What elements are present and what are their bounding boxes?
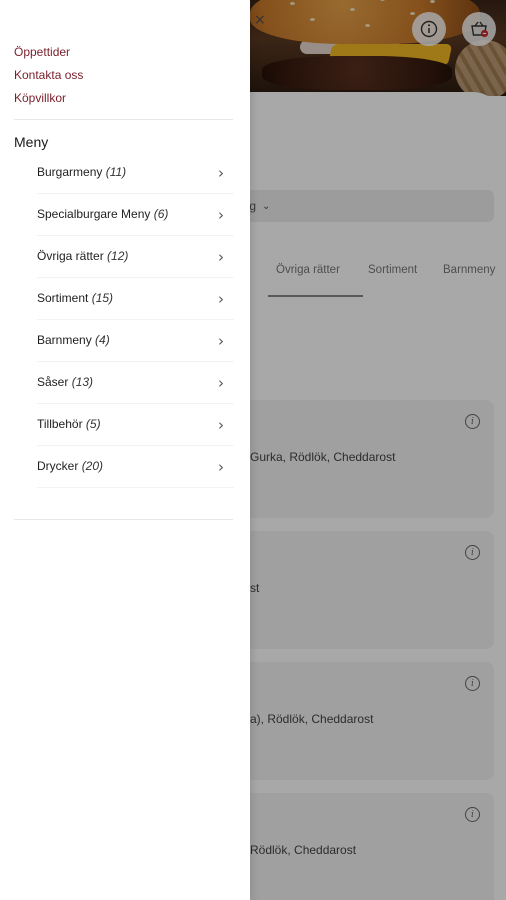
- menu-item-label: Övriga rätter: [37, 249, 104, 263]
- menu-item-tillbehor[interactable]: Tillbehör (5) ›: [0, 404, 250, 446]
- close-icon[interactable]: ×: [254, 12, 266, 28]
- divider: [14, 119, 233, 120]
- menu-item-count: (15): [91, 291, 114, 305]
- menu-item-saser[interactable]: Såser (13) ›: [0, 362, 250, 404]
- menu-item-label: Drycker: [37, 459, 79, 473]
- menu-item-sortiment[interactable]: Sortiment (15) ›: [0, 278, 250, 320]
- side-drawer: Öppettider Kontakta oss Köpvillkor Meny …: [0, 0, 250, 900]
- menu-item-specialburgare[interactable]: Specialburgare Meny (6) ›: [0, 194, 250, 236]
- menu-item-barnmeny[interactable]: Barnmeny (4) ›: [0, 320, 250, 362]
- menu-item-drycker[interactable]: Drycker (20) ›: [0, 446, 250, 488]
- menu-item-label: Specialburgare Meny: [37, 207, 151, 221]
- chevron-right-icon: ›: [218, 290, 224, 308]
- link-kontakta-oss[interactable]: Kontakta oss: [14, 67, 83, 90]
- chevron-right-icon: ›: [218, 458, 224, 476]
- chevron-right-icon: ›: [218, 248, 224, 266]
- menu-item-count: (20): [81, 459, 104, 473]
- link-oppettider[interactable]: Öppettider: [14, 44, 83, 67]
- menu-item-ovriga-ratter[interactable]: Övriga rätter (12) ›: [0, 236, 250, 278]
- menu-category-list: Burgarmeny (11) › Specialburgare Meny (6…: [0, 152, 250, 488]
- chevron-right-icon: ›: [218, 374, 224, 392]
- menu-item-label: Tillbehör: [37, 417, 83, 431]
- menu-item-label: Burgarmeny: [37, 165, 103, 179]
- chevron-right-icon: ›: [218, 206, 224, 224]
- menu-item-label: Barnmeny: [37, 333, 92, 347]
- link-kopvillkor[interactable]: Köpvillkor: [14, 90, 83, 113]
- menu-item-count: (5): [85, 417, 101, 431]
- menu-item-label: Såser: [37, 375, 69, 389]
- menu-item-count: (4): [95, 333, 110, 347]
- info-links: Öppettider Kontakta oss Köpvillkor: [14, 44, 83, 113]
- menu-item-label: Sortiment: [37, 291, 89, 305]
- chevron-right-icon: ›: [218, 332, 224, 350]
- menu-item-count: (12): [107, 249, 129, 263]
- chevron-right-icon: ›: [218, 164, 224, 182]
- chevron-right-icon: ›: [218, 416, 224, 434]
- divider: [14, 519, 233, 520]
- menu-item-burgarmeny[interactable]: Burgarmeny (11) ›: [0, 152, 250, 194]
- menu-item-count: (13): [71, 375, 94, 389]
- menu-item-count: (6): [153, 207, 169, 221]
- menu-heading: Meny: [14, 134, 49, 150]
- menu-item-count: (11): [105, 165, 127, 179]
